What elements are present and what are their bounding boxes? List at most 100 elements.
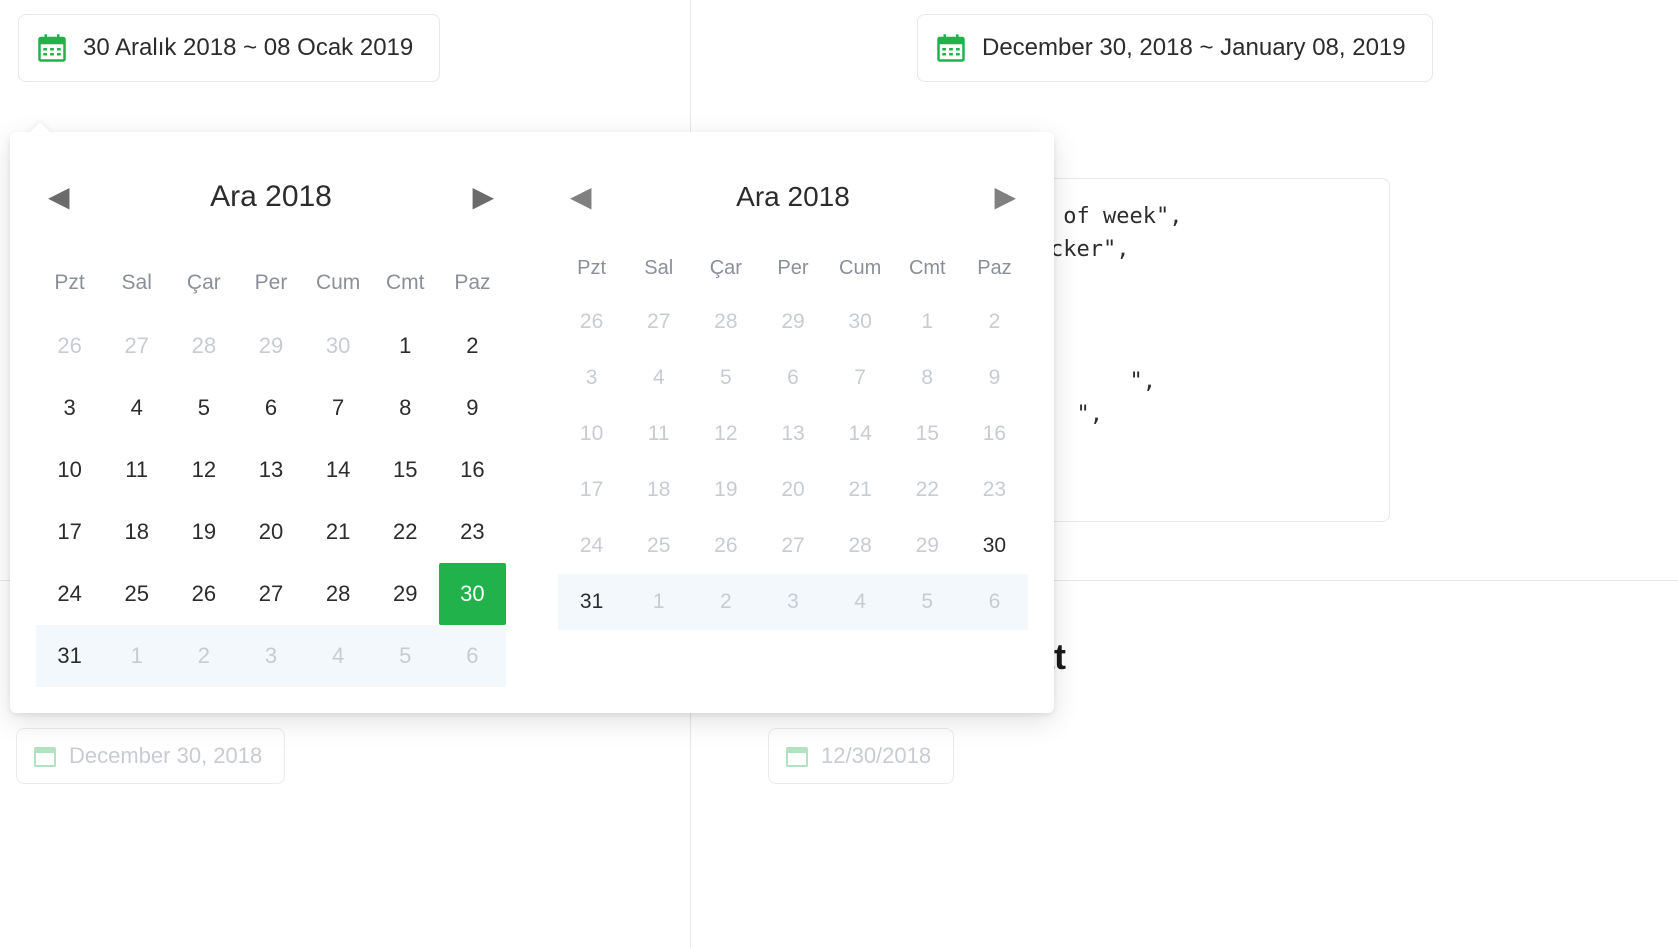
calendar-day[interactable]: 11 xyxy=(103,439,170,501)
calendar-day[interactable]: 4 xyxy=(305,625,372,687)
calendar-day[interactable]: 10 xyxy=(558,406,625,462)
date-picker-ghost-left[interactable]: December 30, 2018 xyxy=(16,728,285,784)
calendar-day[interactable]: 3 xyxy=(759,574,826,630)
calendar-day[interactable]: 16 xyxy=(961,406,1028,462)
calendar-icon xyxy=(936,33,966,63)
calendar-day[interactable]: 26 xyxy=(558,294,625,350)
calendar-day[interactable]: 28 xyxy=(827,518,894,574)
calendar-day[interactable]: 29 xyxy=(759,294,826,350)
calendar-day[interactable]: 18 xyxy=(103,501,170,563)
calendar-day[interactable]: 17 xyxy=(36,501,103,563)
calendar-day[interactable]: 22 xyxy=(894,462,961,518)
weekday-header: Çar xyxy=(170,261,237,315)
calendar-day[interactable]: 26 xyxy=(170,563,237,625)
calendar-day[interactable]: 1 xyxy=(372,315,439,377)
calendar-day[interactable]: 28 xyxy=(305,563,372,625)
calendar-day[interactable]: 15 xyxy=(372,439,439,501)
calendar-day[interactable]: 14 xyxy=(305,439,372,501)
calendar-day[interactable]: 6 xyxy=(961,574,1028,630)
calendar-day[interactable]: 20 xyxy=(759,462,826,518)
calendar-icon xyxy=(785,744,809,768)
calendar-day[interactable]: 18 xyxy=(625,462,692,518)
calendar-day[interactable]: 30 xyxy=(827,294,894,350)
calendar-day[interactable]: 4 xyxy=(103,377,170,439)
calendar-day[interactable]: 6 xyxy=(237,377,304,439)
calendar-day[interactable]: 27 xyxy=(237,563,304,625)
date-picker-ghost-right[interactable]: 12/30/2018 xyxy=(768,728,954,784)
calendar-day[interactable]: 2 xyxy=(170,625,237,687)
calendar-day[interactable]: 21 xyxy=(305,501,372,563)
calendar-day[interactable]: 29 xyxy=(372,563,439,625)
calendar-day[interactable]: 13 xyxy=(759,406,826,462)
date-range-input-english[interactable]: December 30, 2018 ~ January 08, 2019 xyxy=(917,14,1433,82)
calendar-day[interactable]: 5 xyxy=(170,377,237,439)
calendar-day[interactable]: 9 xyxy=(961,350,1028,406)
calendar-day[interactable]: 7 xyxy=(305,377,372,439)
calendar-day[interactable]: 8 xyxy=(894,350,961,406)
calendar-day[interactable]: 1 xyxy=(894,294,961,350)
weekday-header: Cmt xyxy=(894,251,961,294)
calendar-day[interactable]: 22 xyxy=(372,501,439,563)
calendar-day[interactable]: 11 xyxy=(625,406,692,462)
calendar-day[interactable]: 30 xyxy=(439,563,506,625)
next-month-button[interactable]: ▶ xyxy=(464,176,502,217)
calendar-day[interactable]: 12 xyxy=(170,439,237,501)
calendar-day[interactable]: 1 xyxy=(625,574,692,630)
calendar-day[interactable]: 29 xyxy=(894,518,961,574)
calendar-day[interactable]: 15 xyxy=(894,406,961,462)
calendar-day[interactable]: 21 xyxy=(827,462,894,518)
calendar-day[interactable]: 27 xyxy=(103,315,170,377)
calendar-day[interactable]: 1 xyxy=(103,625,170,687)
prev-month-button[interactable]: ◀ xyxy=(562,176,600,217)
calendar-day[interactable]: 20 xyxy=(237,501,304,563)
calendar-day[interactable]: 14 xyxy=(827,406,894,462)
calendar-day[interactable]: 16 xyxy=(439,439,506,501)
date-value: 12/30/2018 xyxy=(821,743,931,769)
next-month-button[interactable]: ▶ xyxy=(986,176,1024,217)
calendar-day[interactable]: 31 xyxy=(36,625,103,687)
calendar-day[interactable]: 27 xyxy=(759,518,826,574)
calendar-icon xyxy=(37,33,67,63)
calendar-day[interactable]: 27 xyxy=(625,294,692,350)
calendar-day[interactable]: 10 xyxy=(36,439,103,501)
calendar-day[interactable]: 5 xyxy=(372,625,439,687)
calendar-day[interactable]: 25 xyxy=(625,518,692,574)
calendar-day[interactable]: 2 xyxy=(439,315,506,377)
calendar-day[interactable]: 3 xyxy=(36,377,103,439)
calendar-day[interactable]: 31 xyxy=(558,574,625,630)
calendar-day[interactable]: 24 xyxy=(558,518,625,574)
prev-month-button[interactable]: ◀ xyxy=(40,176,78,217)
weekday-header: Paz xyxy=(439,261,506,315)
calendar-day[interactable]: 26 xyxy=(692,518,759,574)
date-range-input-turkish[interactable]: 30 Aralık 2018 ~ 08 Ocak 2019 xyxy=(18,14,440,82)
calendar-day[interactable]: 5 xyxy=(692,350,759,406)
calendar-day[interactable]: 13 xyxy=(237,439,304,501)
calendar-day[interactable]: 3 xyxy=(558,350,625,406)
calendar-day[interactable]: 6 xyxy=(439,625,506,687)
calendar-day[interactable]: 23 xyxy=(961,462,1028,518)
calendar-day[interactable]: 25 xyxy=(103,563,170,625)
calendar-day[interactable]: 26 xyxy=(36,315,103,377)
calendar-day[interactable]: 23 xyxy=(439,501,506,563)
calendar-day[interactable]: 28 xyxy=(692,294,759,350)
calendar-day[interactable]: 3 xyxy=(237,625,304,687)
calendar-icon xyxy=(33,744,57,768)
calendar-day[interactable]: 4 xyxy=(625,350,692,406)
calendar-day[interactable]: 8 xyxy=(372,377,439,439)
calendar-day[interactable]: 19 xyxy=(692,462,759,518)
calendar-day[interactable]: 30 xyxy=(305,315,372,377)
calendar-day[interactable]: 2 xyxy=(961,294,1028,350)
calendar-day[interactable]: 5 xyxy=(894,574,961,630)
calendar-day[interactable]: 4 xyxy=(827,574,894,630)
calendar-day[interactable]: 6 xyxy=(759,350,826,406)
calendar-day[interactable]: 17 xyxy=(558,462,625,518)
calendar-day[interactable]: 19 xyxy=(170,501,237,563)
calendar-day[interactable]: 28 xyxy=(170,315,237,377)
calendar-day[interactable]: 29 xyxy=(237,315,304,377)
calendar-day[interactable]: 30 xyxy=(961,518,1028,574)
calendar-day[interactable]: 24 xyxy=(36,563,103,625)
calendar-day[interactable]: 2 xyxy=(692,574,759,630)
calendar-day[interactable]: 7 xyxy=(827,350,894,406)
calendar-day[interactable]: 12 xyxy=(692,406,759,462)
calendar-day[interactable]: 9 xyxy=(439,377,506,439)
